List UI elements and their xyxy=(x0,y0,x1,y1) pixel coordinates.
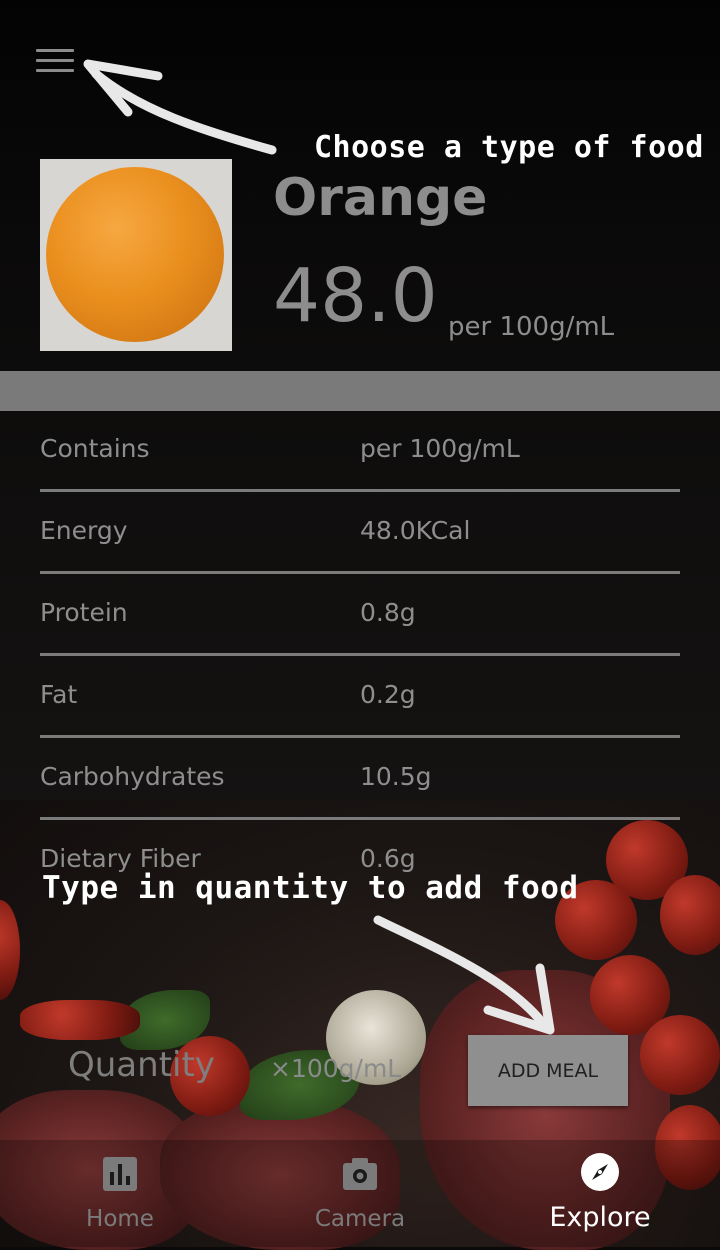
nav-explore[interactable]: Explore xyxy=(480,1140,720,1247)
menu-icon[interactable] xyxy=(36,47,76,75)
nutrient-value: 10.5g xyxy=(360,762,432,791)
nav-camera-label: Camera xyxy=(314,1206,406,1232)
menu-hint-text: Choose a type of food xyxy=(314,130,704,165)
table-row: Protein 0.8g xyxy=(40,576,680,656)
nutrient-label: Carbohydrates xyxy=(40,762,225,791)
table-row: Fat 0.2g xyxy=(40,658,680,738)
row-divider xyxy=(40,653,680,656)
nav-home[interactable]: Home xyxy=(0,1140,240,1247)
camera-icon xyxy=(343,1158,377,1190)
nav-camera[interactable]: Camera xyxy=(240,1140,480,1247)
nav-explore-label: Explore xyxy=(549,1202,651,1233)
row-divider xyxy=(40,489,680,492)
table-header-row: Contains per 100g/mL xyxy=(40,412,680,492)
table-row: Carbohydrates 10.5g xyxy=(40,740,680,820)
nutrient-label: Protein xyxy=(40,598,128,627)
quantity-hint-text: Type in quantity to add food xyxy=(42,870,579,906)
calorie-value: 48.0 xyxy=(273,253,438,339)
row-divider xyxy=(40,735,680,738)
tomato-decoration xyxy=(640,1015,720,1095)
pepper-decoration xyxy=(0,900,20,1000)
bar-chart-icon xyxy=(103,1157,137,1191)
pepper-decoration xyxy=(20,1000,140,1040)
nutrient-label: Energy xyxy=(40,516,128,545)
nutrient-label: Dietary Fiber xyxy=(40,844,201,873)
quantity-unit: ×100g/mL xyxy=(270,1054,402,1083)
food-image xyxy=(40,159,232,351)
section-divider xyxy=(0,371,720,411)
nutrient-value: 0.6g xyxy=(360,844,416,873)
nutrient-value: 0.8g xyxy=(360,598,416,627)
nutrient-value: 0.2g xyxy=(360,680,416,709)
nutrient-label: Fat xyxy=(40,680,78,709)
quantity-input[interactable]: Quantity ×100g/mL xyxy=(68,1045,408,1095)
row-divider xyxy=(40,571,680,574)
nutrient-value: 48.0KCal xyxy=(360,516,471,545)
table-header-value: per 100g/mL xyxy=(360,434,520,463)
orange-photo xyxy=(46,167,224,342)
compass-icon xyxy=(581,1153,619,1191)
quantity-placeholder: Quantity xyxy=(68,1045,215,1085)
add-meal-button[interactable]: ADD MEAL xyxy=(468,1035,628,1106)
nav-home-label: Home xyxy=(86,1206,154,1232)
row-divider xyxy=(40,817,680,820)
bottom-navigation: Home Camera Explore xyxy=(0,1140,720,1247)
calorie-unit: per 100g/mL xyxy=(448,312,615,342)
food-name: Orange xyxy=(273,168,488,228)
table-header-label: Contains xyxy=(40,434,150,463)
table-row: Energy 48.0KCal xyxy=(40,494,680,574)
